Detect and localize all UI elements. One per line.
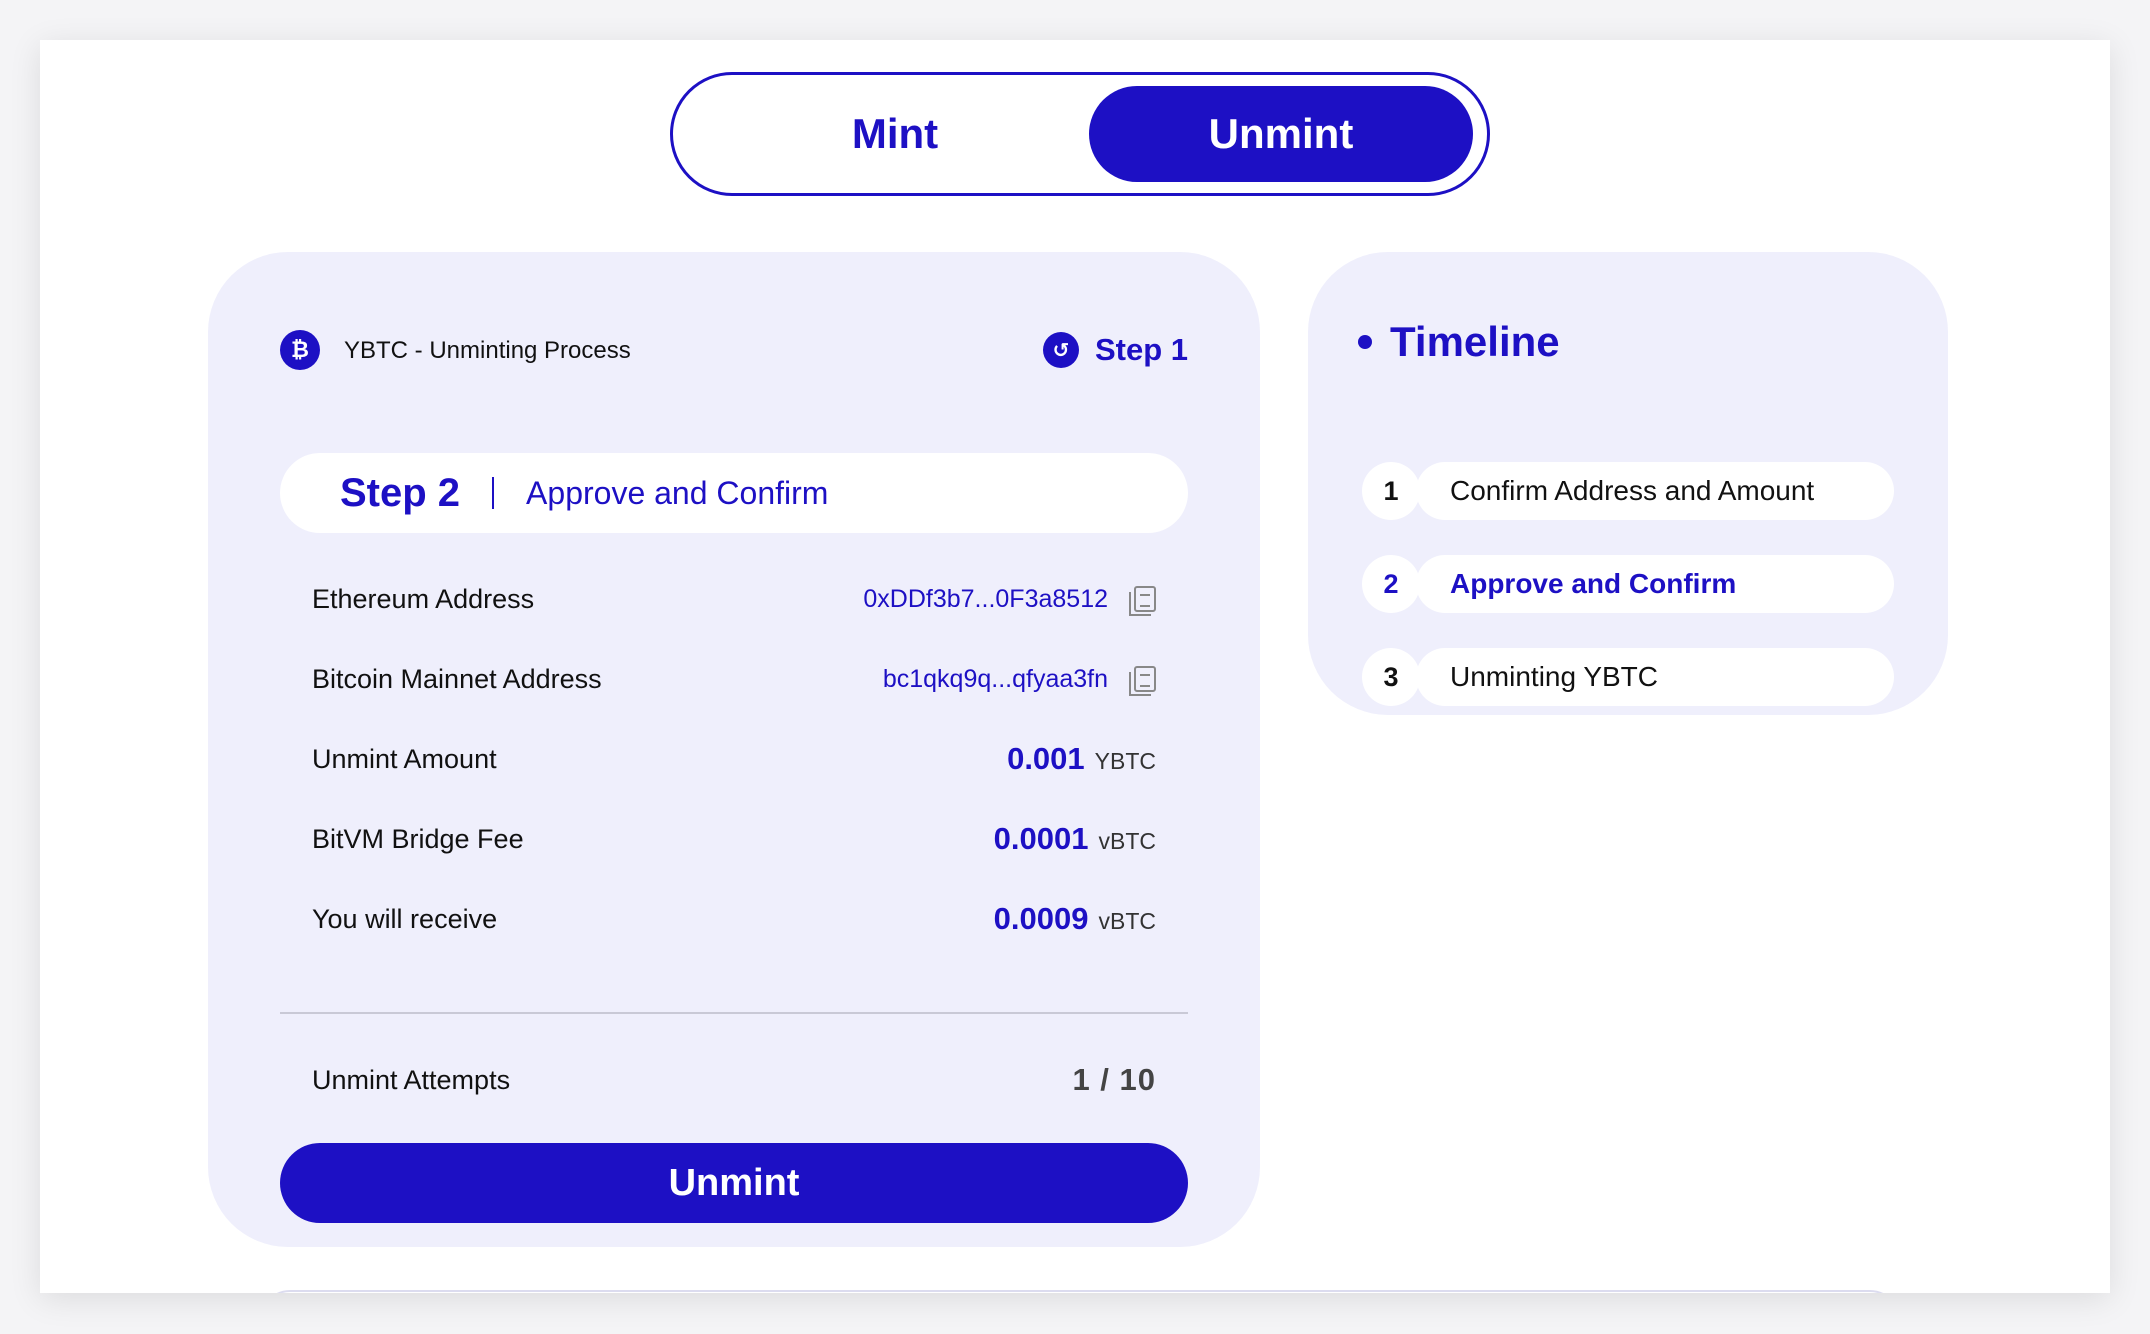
attempts-value: 1 / 10 [1072, 1062, 1156, 1097]
detail-label: Unmint Amount [312, 743, 497, 774]
timeline-item-label: Unminting YBTC [1416, 648, 1894, 706]
detail-value-group: bc1qkq9q...qfyaa3fn [882, 664, 1156, 696]
detail-value-group: 0.0009 vBTC [994, 901, 1156, 937]
timeline-item-label: Approve and Confirm [1416, 555, 1894, 613]
step-number: Step 2 [340, 470, 461, 515]
detail-row-attempts: Unmint Attempts 1 / 10 [312, 1060, 1156, 1100]
unmint-button[interactable]: Unmint [280, 1143, 1188, 1223]
page: Mint Unmint ₿ YBTC - Unminting Process ↺… [40, 40, 2110, 1293]
unmint-amount-value: 0.001 [1007, 741, 1085, 776]
detail-row-receive: You will receive 0.0009 vBTC [312, 899, 1156, 939]
timeline-item-number: 2 [1362, 555, 1420, 613]
back-to-step-1-button[interactable]: ↺ Step 1 [1042, 328, 1188, 372]
bitcoin-address-value: bc1qkq9q...qfyaa3fn [882, 664, 1108, 693]
detail-value-group: 0.001 YBTC [1007, 741, 1156, 777]
detail-row-unmint-amount: Unmint Amount 0.001 YBTC [312, 739, 1156, 779]
detail-value-group: 0.0001 vBTC [994, 821, 1156, 857]
attempts-label: Unmint Attempts [312, 1064, 511, 1095]
bullet-icon [1358, 335, 1372, 349]
timeline-item-label: Confirm Address and Amount [1416, 462, 1894, 520]
card-header: ₿ YBTC - Unminting Process ↺ Step 1 [280, 328, 1188, 372]
detail-row-bridge-fee: BitVM Bridge Fee 0.0001 vBTC [312, 819, 1156, 859]
step-divider [492, 477, 495, 509]
timeline-header: Timeline [1358, 318, 1560, 366]
unit-label: vBTC [1098, 908, 1157, 934]
divider [280, 1012, 1188, 1014]
mint-unmint-toggle: Mint Unmint [670, 72, 1490, 196]
next-section-card [260, 1290, 1900, 1293]
receive-value: 0.0009 [993, 901, 1089, 936]
bitcoin-icon: ₿ [280, 330, 320, 370]
detail-value-group: 0xDDf3b7...0F3a8512 [863, 584, 1156, 616]
copy-icon[interactable] [1129, 666, 1156, 696]
timeline-item-number: 1 [1362, 462, 1420, 520]
timeline-item-3: Unminting YBTC 3 [1362, 648, 1894, 706]
detail-label: Bitcoin Mainnet Address [312, 663, 602, 694]
detail-label: Ethereum Address [312, 583, 535, 614]
step-name: Approve and Confirm [526, 474, 829, 511]
timeline-item-number: 3 [1362, 648, 1420, 706]
timeline-card: Timeline Confirm Address and Amount 1 Ap… [1308, 252, 1948, 715]
timeline-title: Timeline [1390, 318, 1560, 365]
timeline-item-1: Confirm Address and Amount 1 [1362, 462, 1894, 520]
unit-label: vBTC [1098, 828, 1157, 854]
back-step-label: Step 1 [1094, 332, 1188, 367]
detail-label: BitVM Bridge Fee [312, 823, 524, 854]
unmint-tab[interactable]: Unmint [1089, 86, 1473, 182]
detail-row-bitcoin-address: Bitcoin Mainnet Address bc1qkq9q...qfyaa… [312, 659, 1156, 699]
ethereum-address-value: 0xDDf3b7...0F3a8512 [863, 584, 1108, 613]
copy-icon[interactable] [1129, 586, 1156, 616]
detail-label: You will receive [312, 903, 498, 934]
mint-tab[interactable]: Mint [703, 86, 1087, 182]
unit-label: YBTC [1094, 748, 1156, 774]
timeline-item-2: Approve and Confirm 2 [1362, 555, 1894, 613]
back-arrow-icon: ↺ [1042, 332, 1079, 368]
current-step-banner: Step 2 Approve and Confirm [280, 453, 1188, 533]
bridge-fee-value: 0.0001 [993, 821, 1089, 856]
detail-row-ethereum-address: Ethereum Address 0xDDf3b7...0F3a8512 [312, 579, 1156, 619]
process-title: YBTC - Unminting Process [344, 337, 631, 364]
unminting-process-card: ₿ YBTC - Unminting Process ↺ Step 1 Step… [208, 252, 1260, 1247]
